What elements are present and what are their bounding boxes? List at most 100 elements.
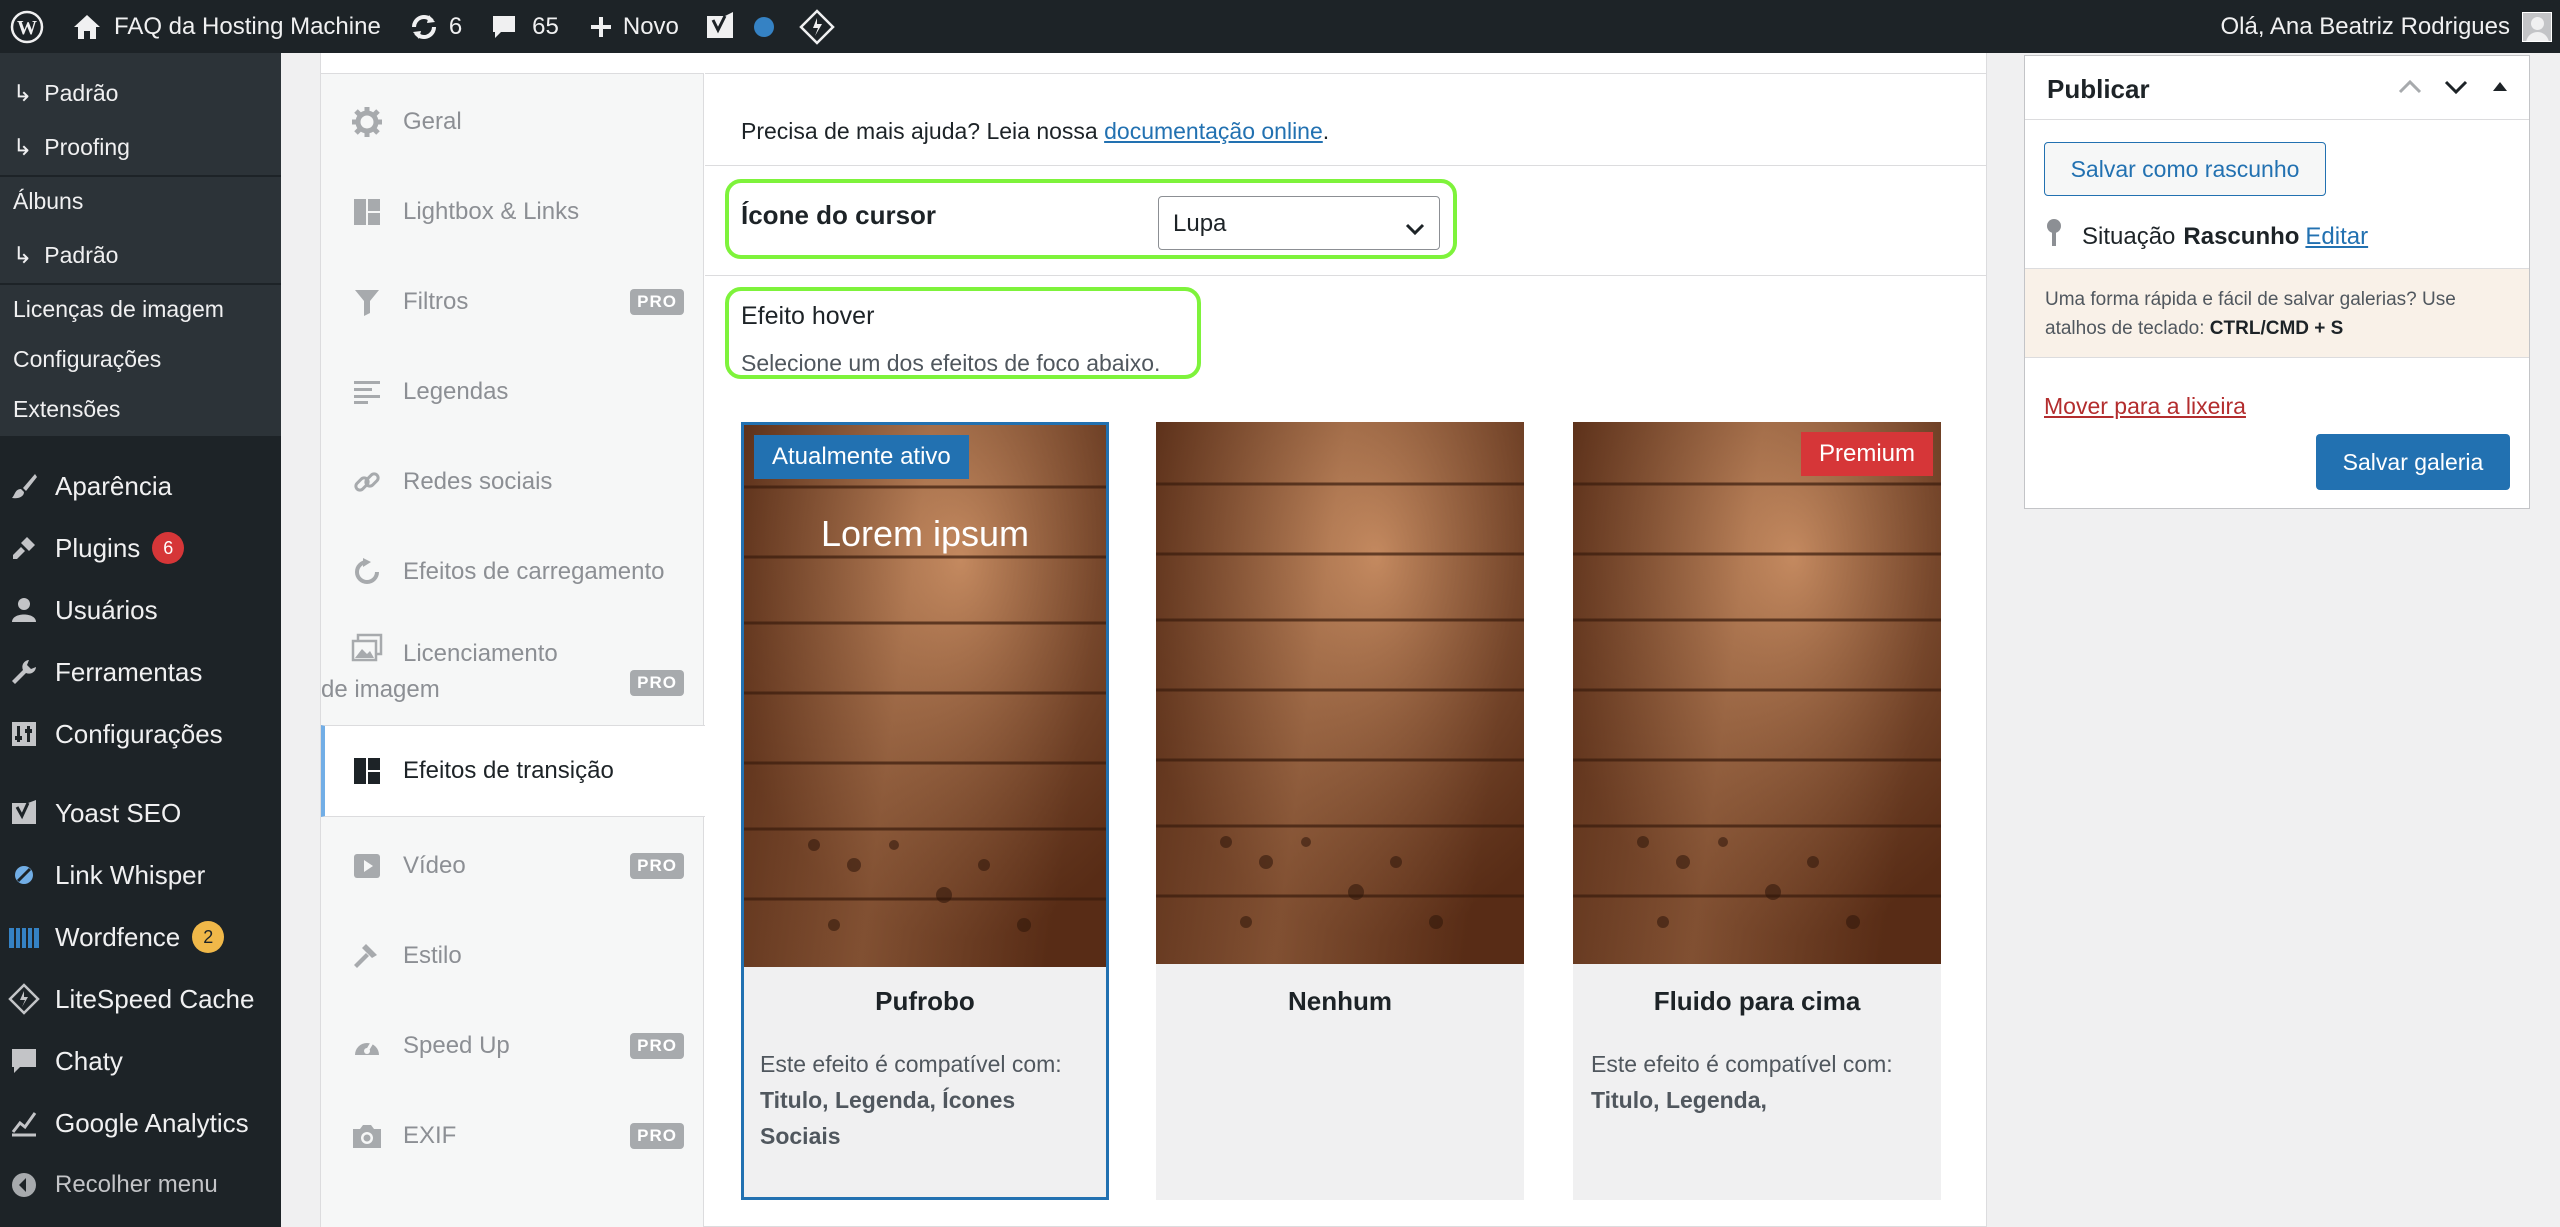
submenu-item-padrao[interactable]: Padrão bbox=[13, 80, 118, 107]
tab-label: EXIF bbox=[403, 1122, 457, 1149]
cursor-icon-value: Lupa bbox=[1173, 210, 1227, 237]
comments-link[interactable]: 65 bbox=[472, 0, 569, 53]
effect-card-nenhum[interactable]: Nenhum bbox=[1156, 422, 1524, 1200]
tab-label: Redes sociais bbox=[403, 468, 553, 495]
wood-preview-image bbox=[1573, 422, 1941, 964]
dashboard-icon bbox=[349, 1028, 385, 1064]
effect-compatibility: Este efeito é compatível com: Titulo, Le… bbox=[760, 1046, 1095, 1154]
submenu-item-configuracoes[interactable]: Configurações bbox=[13, 346, 161, 373]
paint-brush-icon bbox=[6, 468, 42, 504]
publish-header: Publicar bbox=[2025, 56, 2529, 120]
submenu-divider bbox=[0, 175, 281, 177]
pro-badge: PRO bbox=[630, 670, 684, 696]
wordfence-icon bbox=[6, 919, 42, 955]
menu-label: LiteSpeed Cache bbox=[55, 983, 255, 1014]
save-draft-button[interactable]: Salvar como rascunho bbox=[2044, 142, 2326, 196]
edit-status-link[interactable]: Editar bbox=[2305, 223, 2368, 251]
submenu-item-albuns[interactable]: Álbuns bbox=[13, 188, 83, 215]
menu-label: Link Whisper bbox=[55, 859, 206, 890]
tab-geral[interactable]: Geral bbox=[321, 82, 704, 162]
tab-filtros[interactable]: Filtros PRO bbox=[321, 262, 704, 342]
settings-tabs: Geral Lightbox & Links Filtros PRO Legen… bbox=[321, 73, 705, 1227]
compat-items: Titulo, Legenda, bbox=[1591, 1087, 1767, 1113]
cursor-icon-label: Ícone do cursor bbox=[741, 200, 937, 230]
site-name-link[interactable]: FAQ da Hosting Machine bbox=[54, 0, 391, 53]
menu-item-chaty[interactable]: Chaty bbox=[0, 1039, 281, 1083]
pro-badge: PRO bbox=[630, 1033, 684, 1059]
reload-icon bbox=[349, 554, 385, 590]
effect-card-pufrobo[interactable]: Atualmente ativo Lorem ipsum Pufrobo Est… bbox=[741, 422, 1109, 1200]
camera-icon bbox=[349, 1118, 385, 1154]
menu-item-ferramentas[interactable]: Ferramentas bbox=[0, 650, 281, 694]
yoast-icon bbox=[6, 795, 42, 831]
menu-label: Ferramentas bbox=[55, 656, 203, 687]
tab-legendas[interactable]: Legendas bbox=[321, 352, 704, 432]
updates-count: 6 bbox=[448, 12, 463, 40]
litespeed-icon[interactable] bbox=[785, 0, 845, 53]
tab-label: Licenciamento de imagem bbox=[321, 640, 558, 703]
transition-effects-panel: Precisa de mais ajuda? Leia nossa docume… bbox=[705, 73, 1986, 1227]
admin-bar: W FAQ da Hosting Machine 6 65 Novo Olá, … bbox=[0, 0, 2560, 53]
grid-icon bbox=[349, 753, 385, 789]
save-gallery-button[interactable]: Salvar galeria bbox=[2316, 434, 2510, 490]
plus-icon bbox=[589, 15, 613, 39]
menu-label: Yoast SEO bbox=[55, 797, 182, 828]
wordpress-logo-icon[interactable]: W bbox=[0, 0, 54, 53]
status-dot-icon[interactable] bbox=[747, 0, 785, 53]
link-icon bbox=[349, 464, 385, 500]
menu-item-google-analytics[interactable]: Google Analytics bbox=[0, 1101, 281, 1145]
tab-label: Speed Up bbox=[403, 1032, 510, 1059]
status-row: Situação Rascunho Editar bbox=[2044, 218, 2368, 255]
move-to-trash-link[interactable]: Mover para a lixeira bbox=[2044, 393, 2246, 420]
effect-card-fluido-para-cima[interactable]: Premium Fluido para cima Este efeito é c… bbox=[1573, 422, 1941, 1200]
menu-item-configuracoes[interactable]: Configurações bbox=[0, 712, 281, 756]
collapse-label: Recolher menu bbox=[55, 1171, 218, 1198]
video-icon bbox=[349, 848, 385, 884]
menu-item-yoast-seo[interactable]: Yoast SEO bbox=[0, 791, 281, 835]
menu-item-plugins[interactable]: Plugins 6 bbox=[0, 526, 281, 570]
tab-label: Geral bbox=[403, 108, 462, 135]
admin-menu: Padrão Proofing Álbuns Padrão Licenças d… bbox=[0, 53, 281, 1227]
site-name: FAQ da Hosting Machine bbox=[114, 12, 381, 40]
tab-efeitos-carregamento[interactable]: Efeitos de carregamento bbox=[321, 532, 704, 612]
hover-effect-title: Efeito hover bbox=[741, 302, 875, 330]
new-content-link[interactable]: Novo bbox=[569, 0, 689, 53]
collapse-menu-button[interactable]: Recolher menu bbox=[0, 1163, 281, 1207]
effect-compatibility: Este efeito é compatível com: Titulo, Le… bbox=[1591, 1046, 1926, 1118]
documentation-link[interactable]: documentação online bbox=[1104, 118, 1323, 144]
menu-item-wordfence[interactable]: Wordfence 2 bbox=[0, 915, 281, 959]
menu-item-aparencia[interactable]: Aparência bbox=[0, 464, 281, 508]
submenu-item-extensoes[interactable]: Extensões bbox=[13, 396, 120, 423]
submenu-item-licencas[interactable]: Licenças de imagem bbox=[13, 296, 224, 323]
menu-item-usuarios[interactable]: Usuários bbox=[0, 588, 281, 632]
tab-label: Legendas bbox=[403, 378, 509, 405]
menu-label: Plugins bbox=[55, 532, 141, 563]
pro-badge: PRO bbox=[630, 1123, 684, 1149]
tab-exif[interactable]: EXIF PRO bbox=[321, 1096, 704, 1176]
menu-item-link-whisper[interactable]: Link Whisper bbox=[0, 853, 281, 897]
cursor-icon-select[interactable]: Lupa bbox=[1158, 196, 1440, 250]
grid-icon bbox=[349, 194, 385, 230]
chat-icon bbox=[6, 1043, 42, 1079]
collapse-triangle-icon[interactable] bbox=[2489, 76, 2511, 103]
tab-efeitos-transicao[interactable]: Efeitos de transição bbox=[321, 725, 705, 817]
chevron-up-icon[interactable] bbox=[2397, 76, 2423, 103]
wood-preview-image bbox=[744, 425, 1106, 967]
tab-video[interactable]: Vídeo PRO bbox=[321, 826, 704, 906]
comments-count: 65 bbox=[532, 12, 559, 40]
updates-link[interactable]: 6 bbox=[391, 0, 472, 53]
tab-speed-up[interactable]: Speed Up PRO bbox=[321, 1006, 704, 1086]
submenu-item-albuns-padrao[interactable]: Padrão bbox=[13, 242, 118, 269]
tab-lightbox-links[interactable]: Lightbox & Links bbox=[321, 172, 704, 252]
tab-estilo[interactable]: Estilo bbox=[321, 916, 704, 996]
tab-licenciamento-imagem[interactable]: Licenciamento de imagem PRO bbox=[321, 622, 704, 712]
submenu-item-proofing[interactable]: Proofing bbox=[13, 134, 130, 161]
avatar[interactable] bbox=[2522, 11, 2552, 42]
status-value: Rascunho bbox=[2183, 222, 2300, 250]
user-greeting[interactable]: Olá, Ana Beatriz Rodrigues bbox=[2221, 13, 2511, 41]
tab-redes-sociais[interactable]: Redes sociais bbox=[321, 442, 704, 522]
yoast-icon[interactable] bbox=[689, 0, 747, 53]
menu-item-litespeed-cache[interactable]: LiteSpeed Cache bbox=[0, 977, 281, 1021]
chevron-down-icon[interactable] bbox=[2443, 76, 2469, 103]
help-suffix: . bbox=[1322, 118, 1330, 144]
